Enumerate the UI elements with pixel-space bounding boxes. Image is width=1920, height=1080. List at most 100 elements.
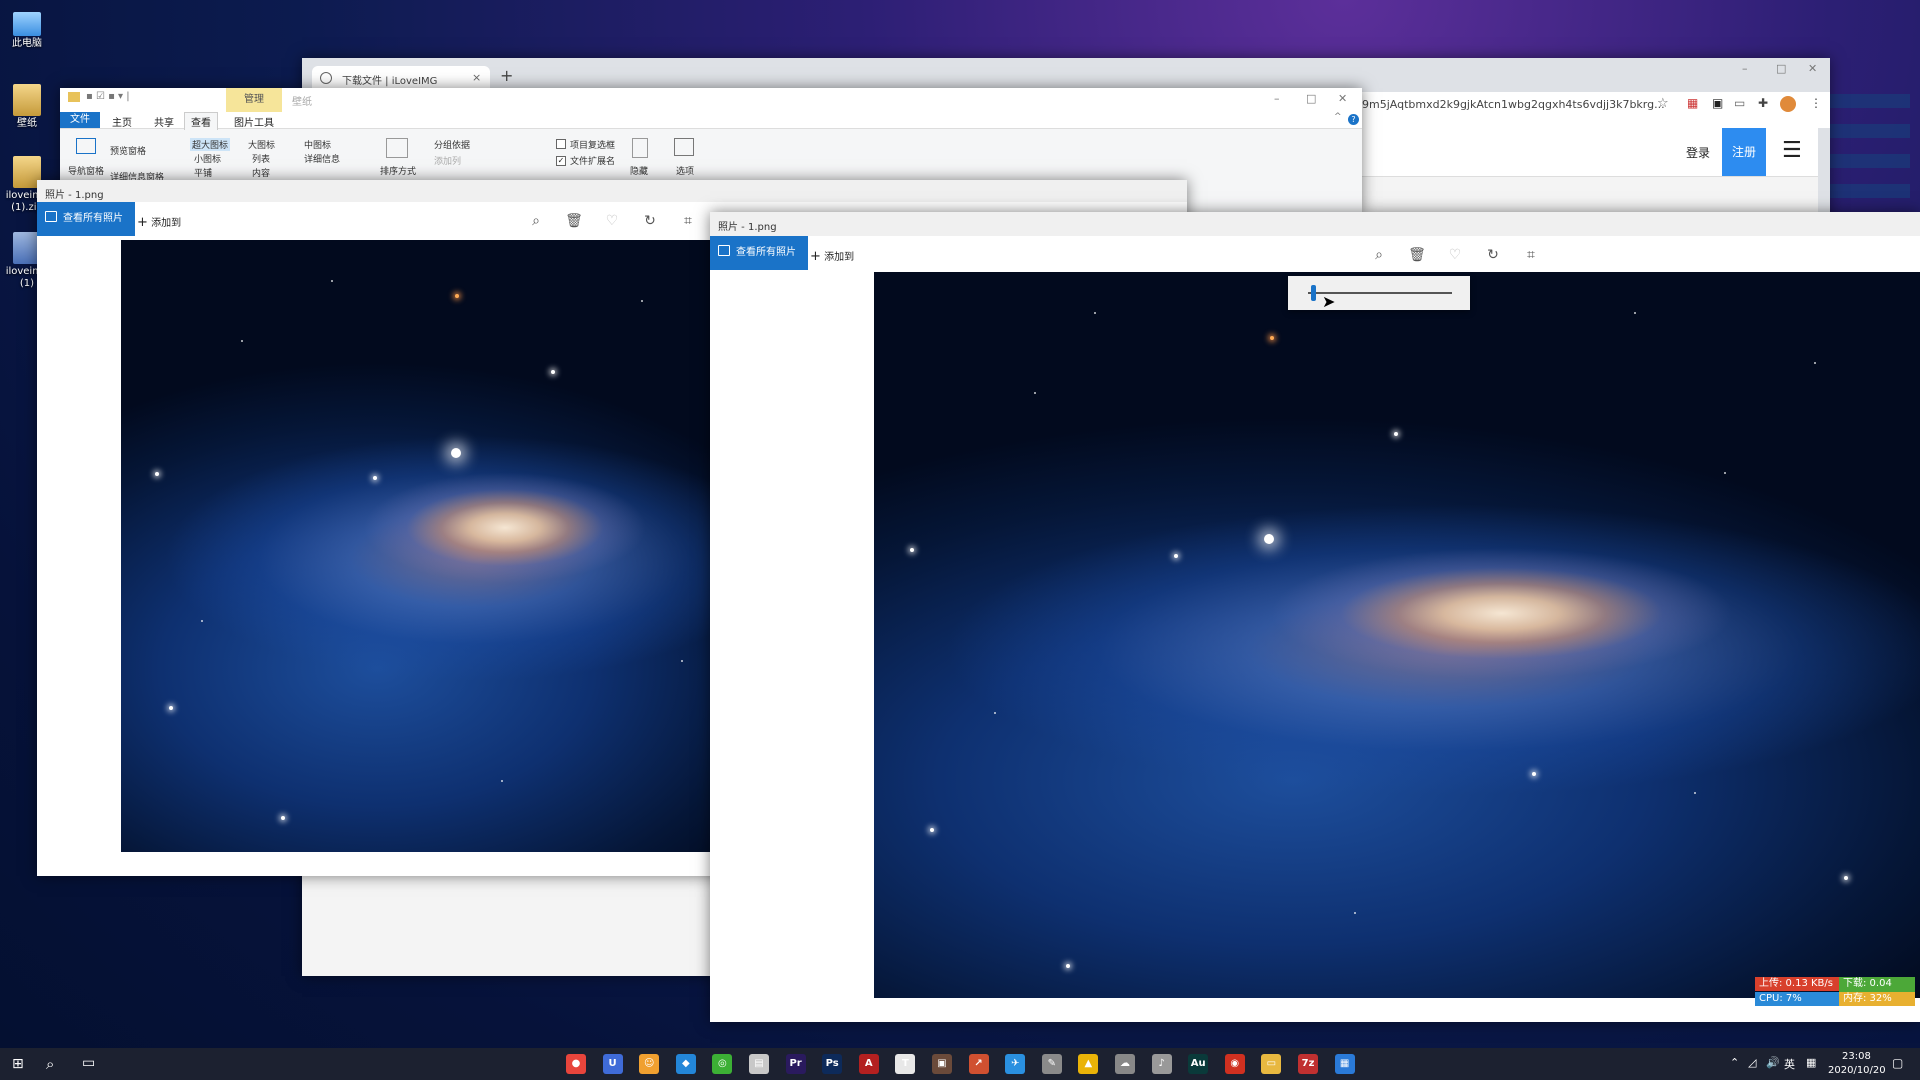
tiles-option[interactable]: 平铺	[194, 166, 212, 179]
maximize-icon[interactable]: □	[1776, 62, 1786, 75]
checkbox-checked[interactable]: ✓	[556, 156, 566, 166]
zoom-slider-thumb[interactable]	[1310, 285, 1316, 301]
zoom-icon[interactable]: ⌕	[1370, 246, 1388, 264]
nav-pane-button[interactable]: 导航窗格	[68, 164, 104, 177]
preview-pane-button[interactable]: 预览窗格	[110, 144, 146, 157]
view-all-photos-button[interactable]: 查看所有照片	[37, 202, 135, 236]
options-button[interactable]: 选项	[676, 164, 694, 177]
start-windows-icon[interactable]: ⊞	[12, 1056, 24, 1072]
taskbar-app-photos-icon[interactable]: ▦	[1334, 1054, 1355, 1074]
taskbar-app-wechat-icon[interactable]: ◎	[712, 1054, 733, 1074]
clock-date[interactable]: 2020/10/20	[1828, 1065, 1886, 1076]
extension-icon[interactable]: ▦	[1687, 96, 1698, 110]
close-icon[interactable]: ✕	[1808, 62, 1817, 75]
taskbar-app-vscode-icon[interactable]: ◆	[675, 1054, 696, 1074]
task-view-icon[interactable]: ▭	[82, 1055, 95, 1071]
ime-indicator[interactable]: 英	[1784, 1056, 1795, 1072]
register-label: 注册	[1731, 145, 1756, 159]
hide-button[interactable]: 隐藏	[630, 164, 648, 177]
taskbar-app-file-explorer-icon[interactable]: ▭	[1261, 1054, 1282, 1074]
minimize-icon[interactable]: –	[1274, 92, 1280, 105]
group-by-button[interactable]: 分组依据	[434, 138, 470, 151]
taskbar-app-mic-icon[interactable]: ♪	[1151, 1054, 1172, 1074]
avatar[interactable]	[1780, 96, 1796, 112]
star-icon[interactable]: ☆	[1657, 96, 1669, 111]
sort-by-button[interactable]: 排序方式	[380, 164, 416, 177]
add-to-button[interactable]: + 添加到	[137, 214, 181, 230]
taskbar-app-recorder-icon[interactable]: ◉	[1224, 1054, 1245, 1074]
taskbar-app-premiere-icon[interactable]: Pr	[785, 1054, 806, 1074]
tab-title: 下载文件 | iLoveIMG	[342, 76, 438, 87]
rotate-icon[interactable]: ↻	[1484, 246, 1502, 264]
large-icons-option[interactable]: 大图标	[248, 138, 275, 151]
taskbar-app-cloud-icon[interactable]: ☁	[1115, 1054, 1135, 1074]
clock-time[interactable]: 23:08	[1842, 1051, 1871, 1062]
taskbar-app-emoji-app-icon[interactable]: ☺	[639, 1054, 660, 1074]
register-button[interactable]: 注册	[1722, 128, 1766, 176]
tray-chevron-icon[interactable]: ⌃	[1730, 1056, 1739, 1069]
zoom-icon[interactable]: ⌕	[527, 212, 545, 230]
cast-icon[interactable]: ▭	[1734, 96, 1745, 110]
chevron-up-icon[interactable]: ^	[1334, 112, 1342, 122]
context-tab-manage[interactable]: 管理	[226, 88, 282, 112]
list-option[interactable]: 列表	[252, 152, 270, 165]
taskbar-app-tool-icon[interactable]: ✎	[1041, 1054, 1062, 1074]
checkbox-unchecked[interactable]	[556, 139, 566, 149]
close-icon[interactable]: ✕	[1338, 92, 1347, 105]
desktop-icon-this-pc[interactable]: 此电脑	[4, 8, 50, 50]
heart-icon[interactable]: ♡	[603, 212, 621, 230]
taskbar-app-photoshop-icon[interactable]: Ps	[822, 1054, 843, 1074]
taskbar-app-share-icon[interactable]: ↗	[968, 1054, 989, 1074]
heart-icon[interactable]: ♡	[1446, 246, 1464, 264]
trash-icon[interactable]: 🗑	[565, 212, 583, 230]
photo-image	[874, 272, 1920, 998]
new-tab-button[interactable]: +	[500, 66, 513, 85]
calendar-icon[interactable]: ▦	[1806, 1056, 1816, 1069]
notification-icon[interactable]: ▢	[1892, 1056, 1903, 1070]
crop-icon[interactable]: ⌗	[679, 212, 697, 230]
view-all-photos-button[interactable]: 查看所有照片	[710, 236, 808, 270]
minimize-icon[interactable]: –	[1742, 62, 1748, 75]
menu-kebab-icon[interactable]: ⋮	[1810, 96, 1822, 110]
desktop-icon-wallpaper[interactable]: 壁纸	[4, 84, 50, 130]
taskbar-app-typora-icon[interactable]: T	[895, 1054, 916, 1074]
photo-image	[121, 240, 761, 852]
taskbar-app-7zip-icon[interactable]: 7z	[1298, 1054, 1318, 1074]
title-bar: ▪ ☑ ▪ ▾ | 管理 壁纸 – □ ✕	[60, 88, 1362, 112]
taskbar-app-bird-icon[interactable]: ✈	[1005, 1054, 1026, 1074]
tab-view[interactable]: 查看	[184, 112, 218, 130]
small-icons-option[interactable]: 小图标	[194, 152, 221, 165]
taskbar-app-audition-icon[interactable]: Au	[1188, 1054, 1209, 1074]
taskbar-app-acrobat-icon[interactable]: A	[858, 1054, 879, 1074]
taskbar-app-chrome-icon[interactable]: ●	[566, 1054, 586, 1074]
taskbar-app-camera-icon[interactable]: ▣	[932, 1054, 952, 1074]
help-icon[interactable]: ?	[1348, 114, 1359, 125]
login-link[interactable]: 登录	[1686, 144, 1710, 161]
rotate-icon[interactable]: ↻	[641, 212, 659, 230]
trash-icon[interactable]: 🗑	[1408, 246, 1426, 264]
volume-icon[interactable]: 🔊	[1766, 1056, 1780, 1069]
tab-file[interactable]: 文件	[60, 112, 100, 128]
details-option[interactable]: 详细信息	[304, 152, 340, 165]
content-option[interactable]: 内容	[252, 166, 270, 179]
maximize-icon[interactable]: □	[1306, 92, 1316, 105]
add-column-button[interactable]: 添加列	[434, 154, 461, 167]
xl-icons-option[interactable]: 超大图标	[190, 138, 231, 151]
quick-access-icons[interactable]: ▪ ☑ ▪ ▾ |	[86, 91, 130, 102]
close-tab-icon[interactable]: ×	[472, 71, 481, 84]
tab-picture-tools[interactable]: 图片工具	[234, 114, 274, 129]
taskbar-app-google-drive-icon[interactable]: ▲	[1078, 1054, 1099, 1074]
search-icon[interactable]: ⌕	[46, 1055, 54, 1073]
puzzle-icon[interactable]: ✚	[1758, 96, 1768, 110]
crop-icon[interactable]: ⌗	[1522, 246, 1540, 264]
taskbar-app-notes-icon[interactable]: ▤	[749, 1054, 769, 1074]
extension-icon[interactable]: ▣	[1712, 96, 1723, 110]
add-to-button[interactable]: + 添加到	[810, 248, 854, 264]
hamburger-menu-icon[interactable]: ☰	[1782, 138, 1802, 163]
medium-icons-option[interactable]: 中图标	[304, 138, 331, 151]
url-text[interactable]: 9m5jAqtbmxd2k9gjkAtcn1wbg2qgxh4ts6vdjj3k…	[1362, 98, 1665, 111]
taskbar-app-upupoo-icon[interactable]: U	[602, 1054, 623, 1074]
tab-home[interactable]: 主页	[112, 114, 132, 129]
tab-share[interactable]: 共享	[154, 114, 174, 129]
network-icon[interactable]: ◿	[1748, 1056, 1756, 1069]
